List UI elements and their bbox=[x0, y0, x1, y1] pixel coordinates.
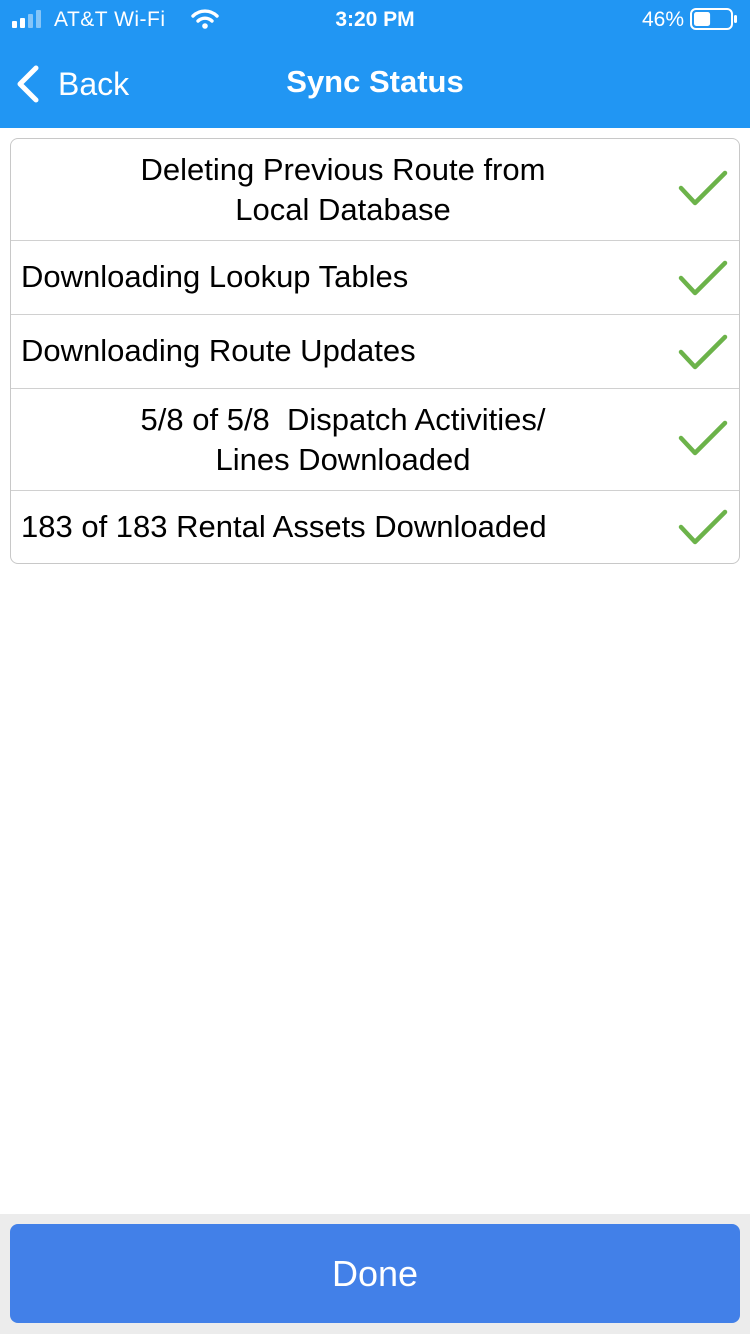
checkmark-icon bbox=[678, 260, 728, 296]
sync-step-label: Downloading Lookup Tables bbox=[21, 259, 409, 294]
battery-icon bbox=[690, 8, 737, 30]
sync-step-route-updates: Downloading Route Updates bbox=[11, 315, 739, 389]
sync-step-label: Deleting Previous Route from Local Datab… bbox=[21, 150, 665, 230]
sync-step-label-line2: Lines Downloaded bbox=[215, 442, 471, 477]
checkmark-icon bbox=[678, 334, 728, 370]
page-title: Sync Status bbox=[286, 64, 464, 99]
sync-status-list: Deleting Previous Route from Local Datab… bbox=[10, 138, 740, 564]
sync-step-label-line1: Deleting Previous Route from bbox=[140, 152, 546, 187]
sync-step-lookup-tables: Downloading Lookup Tables bbox=[11, 241, 739, 315]
battery-percentage: 46% bbox=[641, 8, 684, 31]
sync-step-delete-route: Deleting Previous Route from Local Datab… bbox=[11, 139, 739, 241]
sync-step-label: 183 of 183 Rental Assets Downloaded bbox=[21, 509, 547, 544]
checkmark-icon bbox=[678, 170, 728, 206]
done-button[interactable]: Done bbox=[10, 1224, 740, 1323]
navigation-bar: Back Sync Status bbox=[0, 40, 750, 128]
status-bar: AT&T Wi-Fi 3:20 PM 46% bbox=[0, 0, 750, 40]
sync-step-label-line1: 5/8 of 5/8 Dispatch Activities/ bbox=[140, 402, 546, 437]
footer-bar: Done bbox=[0, 1214, 750, 1334]
sync-step-label-line2: Local Database bbox=[235, 192, 451, 227]
checkmark-icon bbox=[678, 420, 728, 456]
status-time: 3:20 PM bbox=[335, 8, 415, 31]
sync-step-label: Downloading Route Updates bbox=[21, 333, 416, 368]
sync-step-rental-assets: 183 of 183 Rental Assets Downloaded bbox=[11, 491, 739, 563]
app-header: AT&T Wi-Fi 3:20 PM 46% Back Sync Status bbox=[0, 0, 750, 128]
sync-step-dispatch-activities: 5/8 of 5/8 Dispatch Activities/ Lines Do… bbox=[11, 389, 739, 491]
sync-step-label: 5/8 of 5/8 Dispatch Activities/ Lines Do… bbox=[21, 400, 665, 480]
checkmark-icon bbox=[678, 509, 728, 545]
